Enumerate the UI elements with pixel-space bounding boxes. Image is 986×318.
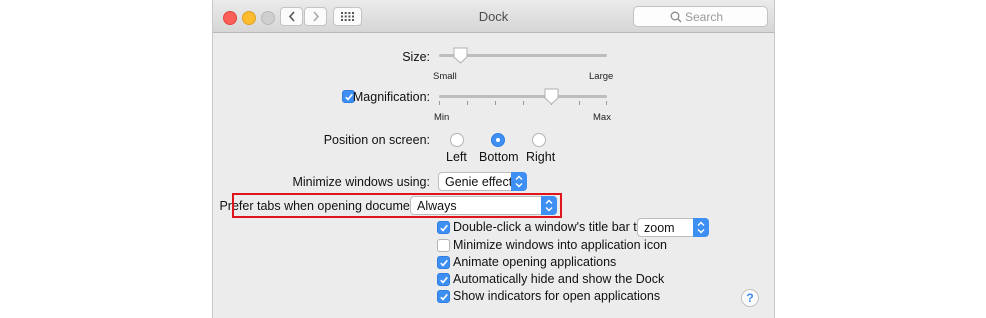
minimize-into-icon-checkbox[interactable] — [437, 239, 450, 252]
popup-arrows-icon — [511, 172, 527, 191]
magnification-ticks — [439, 101, 607, 105]
auto-hide-checkbox[interactable] — [437, 273, 450, 286]
title-bar: Dock Search — [213, 0, 774, 33]
magnification-slider-track[interactable] — [439, 95, 607, 98]
checkmark-icon — [440, 293, 448, 301]
magnification-slider-thumb[interactable] — [544, 88, 559, 105]
animate-opening-checkbox[interactable] — [437, 256, 450, 269]
search-field[interactable]: Search — [633, 6, 768, 27]
magnification-label: Magnification: — [352, 90, 430, 104]
checkmark-icon — [440, 259, 448, 267]
position-left-radio[interactable] — [450, 133, 464, 147]
size-max-label: Large — [589, 71, 614, 82]
double-click-checkbox[interactable] — [437, 221, 450, 234]
size-slider-thumb[interactable] — [453, 47, 468, 64]
dock-preferences-window: Dock Search Size: Small Large Magnificat… — [212, 0, 775, 318]
checkmark-icon — [440, 224, 448, 232]
size-label: Size: — [402, 50, 430, 64]
show-indicators-checkbox[interactable] — [437, 290, 450, 303]
position-bottom-radio[interactable] — [491, 133, 505, 147]
minimize-label: Minimize windows using: — [292, 175, 430, 189]
position-right-radio[interactable] — [532, 133, 546, 147]
animate-opening-label: Animate opening applications — [453, 255, 617, 269]
help-button[interactable]: ? — [741, 289, 759, 307]
magnification-min-label: Min — [434, 112, 450, 123]
auto-hide-label: Automatically hide and show the Dock — [453, 272, 665, 286]
position-label: Position on screen: — [323, 133, 430, 147]
popup-arrows-icon — [693, 218, 709, 237]
checkmark-icon — [440, 276, 448, 284]
position-left-label: Left — [446, 150, 467, 164]
double-click-label: Double-click a window's title bar to — [453, 220, 644, 234]
minimize-effect-value: Genie effect — [445, 175, 513, 189]
magnification-max-label: Max — [593, 112, 611, 123]
minimize-effect-popup[interactable]: Genie effect — [438, 172, 527, 191]
show-indicators-label: Show indicators for open applications — [453, 289, 661, 303]
double-click-action-value: zoom — [644, 221, 675, 235]
double-click-action-popup[interactable]: zoom — [637, 218, 709, 237]
highlight-box — [232, 193, 562, 218]
position-right-label: Right — [526, 150, 556, 164]
position-bottom-label: Bottom — [479, 150, 519, 164]
size-min-label: Small — [433, 71, 457, 82]
search-icon — [670, 11, 682, 23]
minimize-into-icon-label: Minimize windows into application icon — [453, 238, 667, 252]
search-placeholder: Search — [685, 10, 724, 24]
